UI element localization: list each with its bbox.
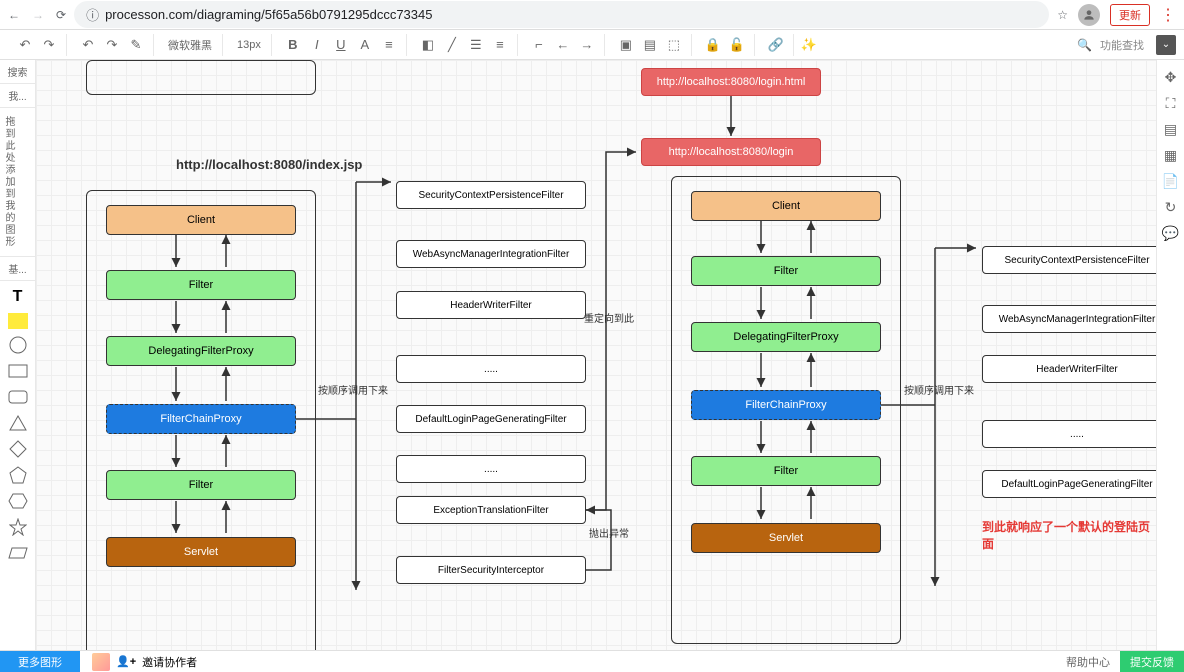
line-width-icon[interactable]: ≡ [489,34,511,56]
kebab-icon[interactable]: ⋮ [1160,5,1176,25]
star-icon[interactable]: ☆ [1057,8,1068,22]
connector-icon[interactable]: ⌐ [528,34,550,56]
far-f2[interactable]: WebAsyncManagerIntegrationFilter [982,305,1156,333]
update-button[interactable]: 更新 [1110,4,1150,26]
left-rail: 搜索 我... 拖到此处添加到我的图形 基... T [0,60,36,650]
undo-left-icon[interactable]: ↶ [14,34,36,56]
redo-right-icon[interactable]: ↷ [38,34,60,56]
history-icon[interactable]: ↻ [1160,196,1182,218]
fullscreen-icon[interactable]: ⛶ [1160,92,1182,114]
undo-icon[interactable]: ↶ [77,34,99,56]
forward-icon[interactable]: → [32,8,44,22]
help-button[interactable]: 帮助中心 [1056,654,1120,670]
arrow-start-icon[interactable]: ← [552,34,574,56]
more-shapes-button[interactable]: 更多图形 [0,651,80,672]
mid-f4[interactable]: ..... [396,355,586,383]
magic-icon[interactable]: ✨ [798,34,820,56]
label-seq2: 按顺序调用下来 [904,382,974,397]
font-family-select[interactable]: 微软雅黑 [164,37,216,53]
unlock-icon[interactable]: 🔓 [726,34,748,56]
fill-icon[interactable]: ◧ [417,34,439,56]
arrow-end-icon[interactable]: → [576,34,598,56]
feedback-button[interactable]: 提交反馈 [1120,651,1184,672]
redo-icon[interactable]: ↷ [101,34,123,56]
line-style-icon[interactable]: ☰ [465,34,487,56]
text-shape-icon[interactable]: T [7,287,29,307]
bold-icon[interactable]: B [282,34,304,56]
triangle-shape-icon[interactable] [7,413,29,433]
note-shape-icon[interactable] [8,313,28,329]
mid-f5[interactable]: DefaultLoginPageGeneratingFilter [396,405,586,433]
right-rail: ✥ ⛶ ▤ ▦ 📄 ↻ 💬 [1156,60,1184,650]
url-bar[interactable]: ⓘ processon.com/diagraming/5f65a56b07912… [74,1,1049,28]
mid-f3[interactable]: HeaderWriterFilter [396,291,586,319]
back-icon[interactable]: ← [8,8,20,22]
url-text: processon.com/diagraming/5f65a56b0791295… [105,7,432,22]
mid-f7[interactable]: ExceptionTranslationFilter [396,496,586,524]
circle-shape-icon[interactable] [7,335,29,355]
info-icon: ⓘ [86,5,99,24]
back-icon2[interactable]: ▤ [639,34,661,56]
outline-icon[interactable]: ▦ [1160,144,1182,166]
far-f4[interactable]: ..... [982,420,1156,448]
nav-icon[interactable]: ✥ [1160,66,1182,88]
text-color-icon[interactable]: A [354,34,376,56]
search-button[interactable]: 功能查找 [1100,37,1144,53]
layers-icon[interactable]: ▤ [1160,118,1182,140]
node-login[interactable]: http://localhost:8080/login [641,138,821,166]
underline-icon[interactable]: U [330,34,352,56]
star-shape-icon[interactable] [7,517,29,537]
roundrect-shape-icon[interactable] [7,387,29,407]
parallelogram-shape-icon[interactable] [7,543,29,563]
collapse-icon[interactable]: ⌄ [1156,35,1176,55]
brush-icon[interactable]: ✎ [125,34,147,56]
page-icon[interactable]: 📄 [1160,170,1182,192]
font-size-select[interactable]: 13px [233,39,265,51]
group-icon[interactable]: ⬚ [663,34,685,56]
empty-box[interactable] [86,60,316,95]
comment-icon[interactable]: 💬 [1160,222,1182,244]
diamond-shape-icon[interactable] [7,439,29,459]
reload-icon[interactable]: ⟳ [56,8,66,22]
mid-f2[interactable]: WebAsyncManagerIntegrationFilter [396,240,586,268]
front-icon[interactable]: ▣ [615,34,637,56]
text-align-icon[interactable]: ≡ [378,34,400,56]
label-throw: 抛出异常 [589,525,629,540]
link-icon[interactable]: 🔗 [765,34,787,56]
lock-icon[interactable]: 🔒 [702,34,724,56]
rail-search[interactable]: 搜索 [0,60,35,84]
rail-drag-hint: 拖到此处添加到我的图形 [0,108,16,256]
mid-f1[interactable]: SecurityContextPersistenceFilter [396,181,586,209]
far-f5[interactable]: DefaultLoginPageGeneratingFilter [982,470,1156,498]
add-person-icon: 👤+ [116,655,136,668]
pentagon-shape-icon[interactable] [7,465,29,485]
rect-shape-icon[interactable] [7,361,29,381]
browser-bar: ← → ⟳ ⓘ processon.com/diagraming/5f65a56… [0,0,1184,30]
invite-button[interactable]: 👤+ 邀请协作者 [92,653,197,671]
stroke-icon[interactable]: ╱ [441,34,463,56]
toolbar: ↶ ↷ ↶ ↷ ✎ 微软雅黑 13px B I U A ≡ ◧ ╱ ☰ ≡ ⌐ … [0,30,1184,60]
far-f1[interactable]: SecurityContextPersistenceFilter [982,246,1156,274]
far-f3[interactable]: HeaderWriterFilter [982,355,1156,383]
label-seq1: 按顺序调用下来 [318,382,388,397]
search-icon[interactable]: 🔍 [1077,38,1092,52]
italic-icon[interactable]: I [306,34,328,56]
red-note: 到此就响应了一个默认的登陆页面 [982,518,1156,552]
collab-avatar-icon [92,653,110,671]
mid-f8[interactable]: FilterSecurityInterceptor [396,556,586,584]
node-login-html[interactable]: http://localhost:8080/login.html [641,68,821,96]
hexagon-shape-icon[interactable] [7,491,29,511]
rail-my[interactable]: 我... [0,84,35,108]
label-redirect: 重定向到此 [584,310,634,325]
avatar-icon[interactable] [1078,4,1100,26]
canvas[interactable]: http://localhost:8080/login.html http://… [36,60,1156,650]
mid-f6[interactable]: ..... [396,455,586,483]
invite-label: 邀请协作者 [142,654,197,670]
rail-basic[interactable]: 基... [0,257,35,281]
bottom-bar: 更多图形 👤+ 邀请协作者 帮助中心 提交反馈 [0,650,1184,672]
